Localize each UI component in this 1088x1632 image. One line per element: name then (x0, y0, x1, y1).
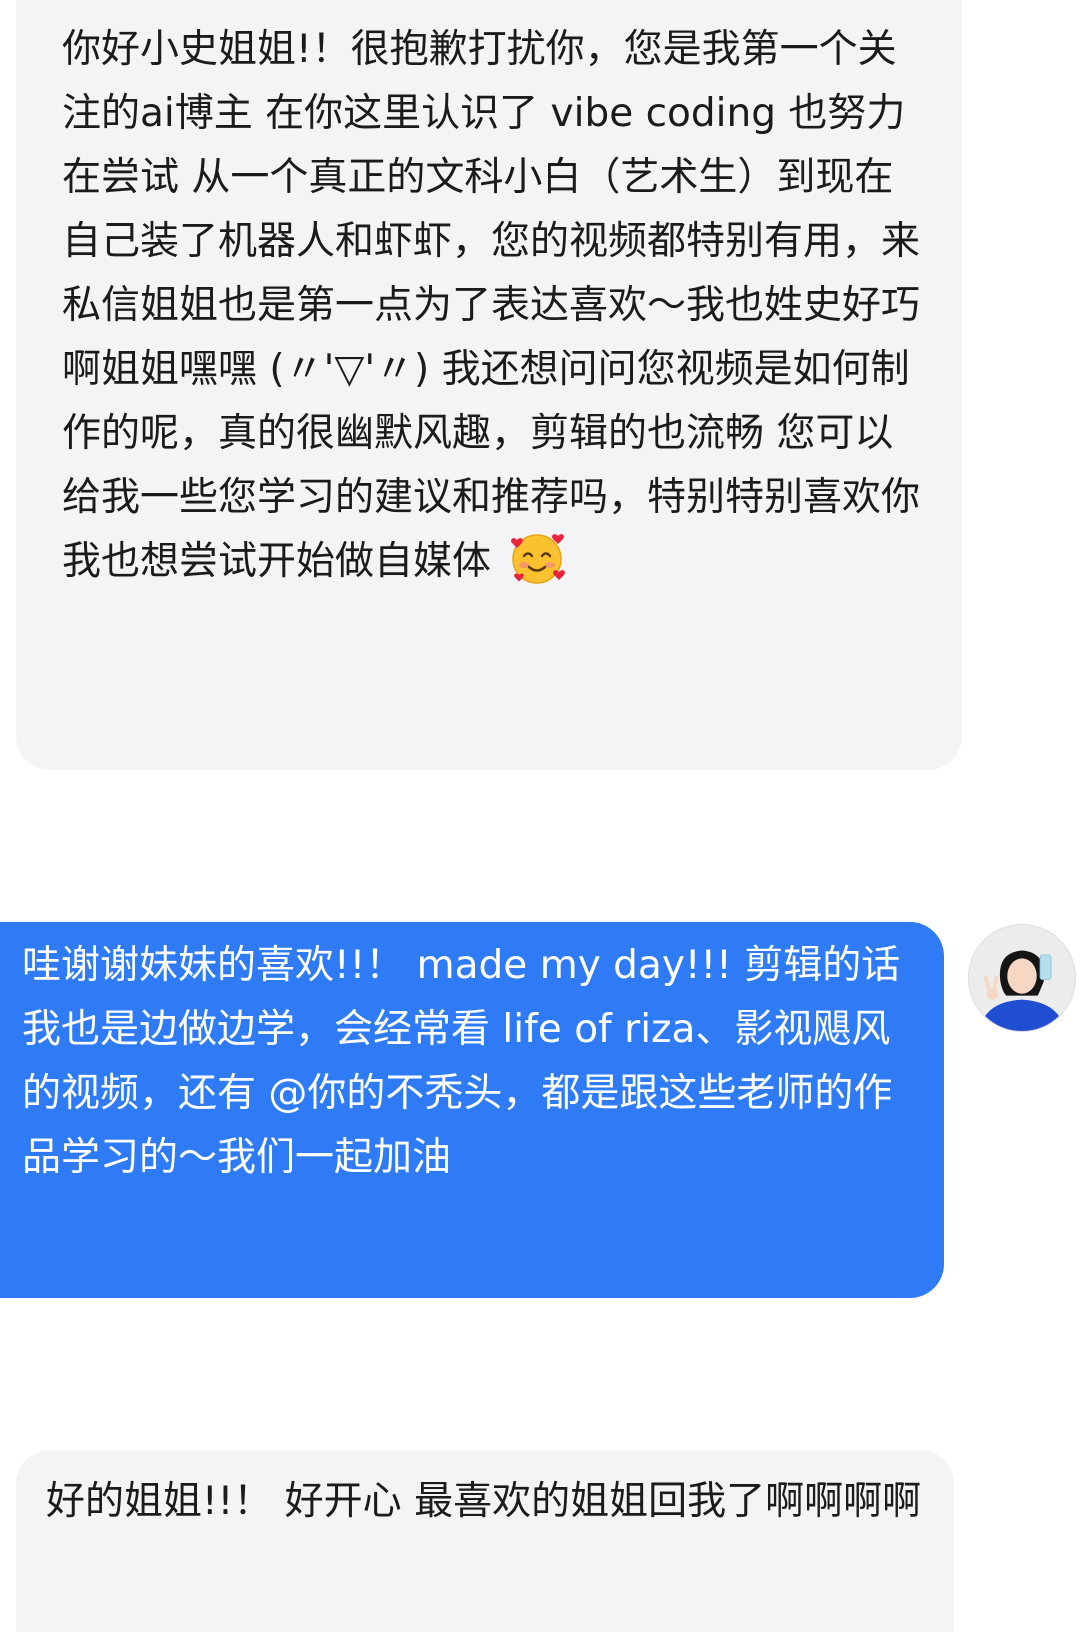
incoming-message-bubble[interactable]: 好的姐姐!!！ 好开心 最喜欢的姐姐回我了啊啊啊啊 (16, 1450, 954, 1632)
message-text: 好的姐姐!!！ 好开心 最喜欢的姐姐回我了啊啊啊啊 (46, 1479, 922, 1524)
message-text: 你好小史姐姐!！很抱歉打扰你，您是我第一个关注的ai博主 在你这里认识了 vib… (62, 27, 921, 584)
incoming-message-bubble[interactable]: 你好小史姐姐!！很抱歉打扰你，您是我第一个关注的ai博主 在你这里认识了 vib… (16, 0, 962, 770)
chat-thread: 你好小史姐姐!！很抱歉打扰你，您是我第一个关注的ai博主 在你这里认识了 vib… (0, 0, 1088, 1632)
avatar[interactable] (968, 924, 1076, 1032)
smiling-face-with-hearts-icon (509, 530, 566, 586)
message-text: 哇谢谢妹妹的喜欢!!！ made my day!!! 剪辑的话我也是边做边学，会… (22, 943, 901, 1180)
outgoing-message-bubble[interactable]: 哇谢谢妹妹的喜欢!!！ made my day!!! 剪辑的话我也是边做边学，会… (0, 922, 944, 1298)
